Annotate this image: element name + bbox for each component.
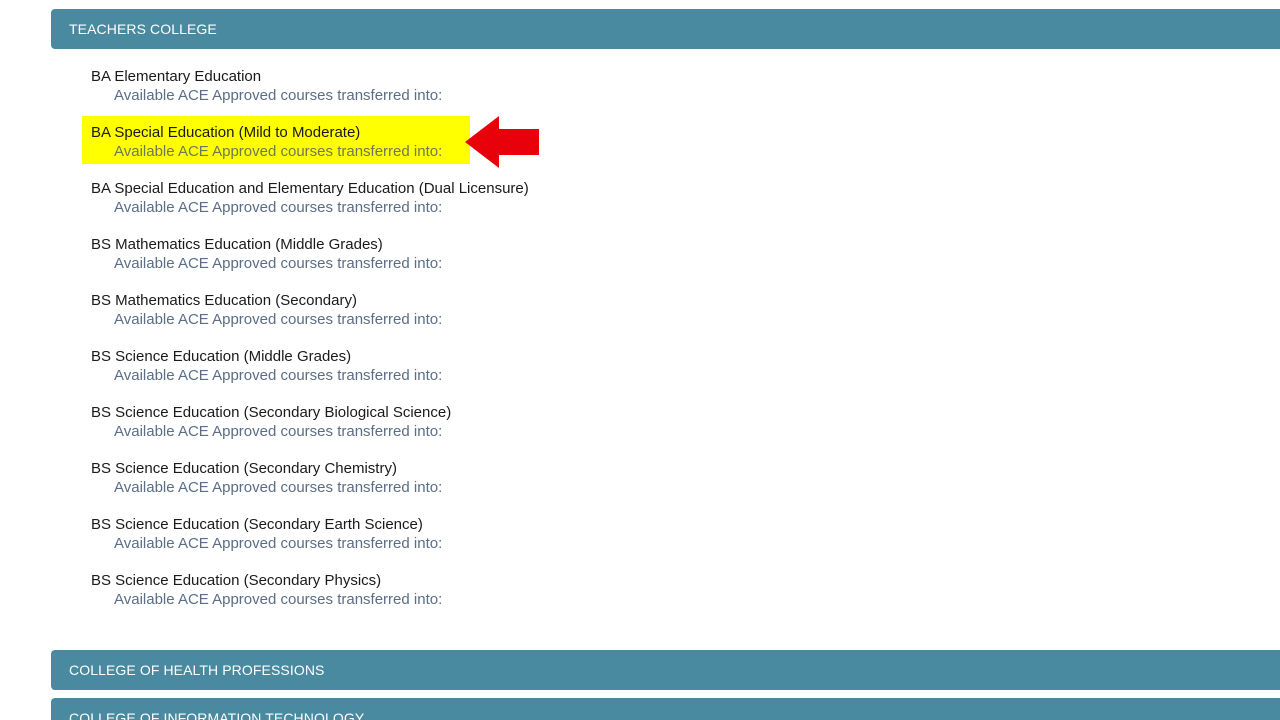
section-header-label: COLLEGE OF INFORMATION TECHNOLOGY [69, 710, 365, 720]
program-item[interactable]: BA Elementary Education Available ACE Ap… [82, 62, 682, 118]
program-item[interactable]: BA Special Education and Elementary Educ… [82, 174, 682, 230]
program-subtitle: Available ACE Approved courses transferr… [114, 199, 443, 216]
program-subtitle: Available ACE Approved courses transferr… [114, 367, 443, 384]
program-item[interactable]: BS Science Education (Secondary Physics)… [82, 566, 682, 622]
program-subtitle: Available ACE Approved courses transferr… [114, 311, 443, 328]
program-title[interactable]: BA Elementary Education [91, 67, 682, 86]
section-header-label: TEACHERS COLLEGE [69, 21, 217, 37]
program-item-highlighted[interactable]: BA Special Education (Mild to Moderate) … [82, 116, 682, 174]
program-subtitle: Available ACE Approved courses transferr… [114, 535, 443, 552]
program-title[interactable]: BS Science Education (Secondary Biologic… [91, 403, 682, 422]
program-subtitle: Available ACE Approved courses transferr… [114, 479, 443, 496]
program-title[interactable]: BS Mathematics Education (Middle Grades) [91, 235, 682, 254]
program-item[interactable]: BS Science Education (Secondary Biologic… [82, 398, 682, 454]
program-subtitle: Available ACE Approved courses transferr… [114, 591, 443, 608]
page: TEACHERS COLLEGE BA Elementary Education… [0, 0, 1280, 720]
program-item[interactable]: BS Mathematics Education (Secondary) Ava… [82, 286, 682, 342]
program-title[interactable]: BS Science Education (Middle Grades) [91, 347, 682, 366]
section-header-teachers-college[interactable]: TEACHERS COLLEGE [51, 9, 1280, 49]
program-subtitle: Available ACE Approved courses transferr… [114, 255, 443, 272]
program-title[interactable]: BS Science Education (Secondary Physics) [91, 571, 682, 590]
program-title[interactable]: BS Science Education (Secondary Chemistr… [91, 459, 682, 478]
program-item[interactable]: BS Science Education (Secondary Chemistr… [82, 454, 682, 510]
section-header-label: COLLEGE OF HEALTH PROFESSIONS [69, 662, 325, 678]
program-item[interactable]: BS Science Education (Middle Grades) Ava… [82, 342, 682, 398]
program-subtitle: Available ACE Approved courses transferr… [114, 87, 443, 104]
program-list: BA Elementary Education Available ACE Ap… [82, 62, 682, 622]
section-header-health-professions[interactable]: COLLEGE OF HEALTH PROFESSIONS [51, 650, 1280, 690]
section-header-information-technology[interactable]: COLLEGE OF INFORMATION TECHNOLOGY [51, 698, 1280, 720]
program-subtitle: Available ACE Approved courses transferr… [114, 423, 443, 440]
program-subtitle: Available ACE Approved courses transferr… [114, 143, 443, 160]
program-item[interactable]: BS Mathematics Education (Middle Grades)… [82, 230, 682, 286]
program-item[interactable]: BS Science Education (Secondary Earth Sc… [82, 510, 682, 566]
program-title[interactable]: BS Science Education (Secondary Earth Sc… [91, 515, 682, 534]
program-title[interactable]: BA Special Education and Elementary Educ… [91, 179, 682, 198]
program-title[interactable]: BS Mathematics Education (Secondary) [91, 291, 682, 310]
program-title[interactable]: BA Special Education (Mild to Moderate) [91, 123, 682, 142]
